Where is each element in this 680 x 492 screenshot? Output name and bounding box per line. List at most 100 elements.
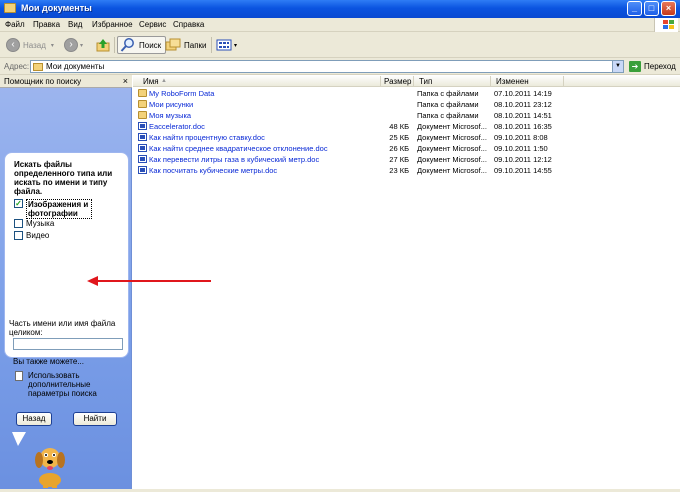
- forward-arrow-icon: ›: [64, 38, 78, 52]
- column-modified[interactable]: Изменен: [496, 77, 529, 86]
- file-row[interactable]: Как перевести литры газа в кубический ме…: [133, 155, 680, 164]
- annotation-arrow-line: [96, 280, 211, 282]
- menu-edit[interactable]: Правка: [33, 20, 60, 29]
- pictures-folder-icon: [138, 100, 147, 108]
- toolbar: ‹ Назад ▾ › ▾ Поиск Папки ▾: [0, 32, 680, 58]
- menu-view[interactable]: Вид: [68, 20, 82, 29]
- file-size: 27 КБ: [389, 155, 409, 164]
- file-name: My RoboForm Data: [149, 89, 215, 98]
- file-row[interactable]: Как найти процентную ставку.doc 25 КБ До…: [133, 133, 680, 142]
- close-pane-icon[interactable]: ×: [123, 76, 128, 86]
- maximize-button[interactable]: □: [644, 1, 659, 16]
- forward-button[interactable]: › ▾: [64, 36, 83, 54]
- option-images[interactable]: ✓ Изображения и фотографии: [14, 199, 92, 219]
- file-modified: 07.10.2011 14:19: [494, 89, 552, 98]
- bubble-tail: [12, 432, 26, 446]
- go-arrow-icon[interactable]: ➔: [629, 61, 641, 72]
- windows-logo-icon: [654, 18, 678, 32]
- file-row[interactable]: Как посчитать кубические метры.doc 23 КБ…: [133, 166, 680, 175]
- menu-bar: Файл Правка Вид Избранное Сервис Справка: [0, 18, 680, 32]
- column-divider[interactable]: [380, 76, 381, 86]
- word-document-icon: [138, 144, 147, 152]
- column-size[interactable]: Размер: [384, 77, 412, 86]
- images-checkbox[interactable]: ✓: [14, 199, 23, 208]
- advanced-options-link[interactable]: Использовать дополнительные параметры по…: [28, 371, 120, 398]
- column-name[interactable]: Имя: [143, 77, 159, 86]
- music-folder-icon: [138, 111, 147, 119]
- folders-icon: [165, 38, 181, 51]
- back-button[interactable]: ‹ Назад ▾: [6, 36, 54, 54]
- menu-tools[interactable]: Сервис: [139, 20, 166, 29]
- file-type: Папка с файлами: [417, 100, 479, 109]
- folders-button[interactable]: Папки: [165, 36, 207, 54]
- window-title: Мои документы: [21, 3, 92, 13]
- menu-file[interactable]: Файл: [5, 20, 25, 29]
- word-document-icon: [138, 155, 147, 163]
- file-type: Документ Microsof...: [417, 144, 487, 153]
- search-pane-title: Помощник по поиску: [4, 77, 82, 86]
- menu-favorites[interactable]: Избранное: [92, 20, 133, 29]
- up-folder-icon: [96, 39, 110, 52]
- views-icon: [216, 39, 232, 51]
- address-dropdown-icon[interactable]: ▼: [612, 61, 623, 72]
- search-button[interactable]: Поиск: [117, 36, 167, 54]
- video-label: Видео: [26, 231, 50, 240]
- file-row[interactable]: Как найти среднее квадратическое отклоне…: [133, 144, 680, 153]
- file-type: Папка с файлами: [417, 89, 479, 98]
- file-size: 26 КБ: [389, 144, 409, 153]
- file-modified: 09.10.2011 1:50: [494, 144, 548, 153]
- file-row[interactable]: My RoboForm Data Папка с файлами 07.10.2…: [133, 89, 680, 98]
- views-dropdown-icon[interactable]: ▾: [234, 42, 237, 49]
- column-divider[interactable]: [413, 76, 414, 86]
- file-row[interactable]: Eaccelerator.doc 48 КБ Документ Microsof…: [133, 122, 680, 131]
- address-input[interactable]: Мои документы ▼: [30, 60, 624, 73]
- word-document-icon: [138, 122, 147, 130]
- go-button[interactable]: Переход: [644, 62, 676, 71]
- address-label: Адрес:: [4, 62, 30, 71]
- column-type[interactable]: Тип: [419, 77, 432, 86]
- forward-dropdown-icon[interactable]: ▾: [80, 42, 83, 49]
- menu-help[interactable]: Справка: [173, 20, 204, 29]
- file-name: Как посчитать кубические метры.doc: [149, 166, 278, 175]
- file-row[interactable]: Моя музыка Папка с файлами 08.10.2011 14…: [133, 111, 680, 120]
- file-row[interactable]: Мои рисунки Папка с файлами 08.10.2011 2…: [133, 100, 680, 109]
- video-checkbox[interactable]: [14, 231, 23, 240]
- word-document-icon: [138, 166, 147, 174]
- column-divider[interactable]: [563, 76, 564, 86]
- back-search-button[interactable]: Назад: [16, 412, 52, 426]
- file-type: Документ Microsof...: [417, 133, 487, 142]
- file-name: Как перевести литры газа в кубический ме…: [149, 155, 320, 164]
- filename-input[interactable]: [13, 338, 123, 350]
- music-checkbox[interactable]: [14, 219, 23, 228]
- title-bar: Мои документы _ □ ×: [0, 0, 680, 18]
- file-list: Имя ▲ Размер Тип Изменен My RoboForm Dat…: [133, 75, 680, 492]
- up-folder-button[interactable]: [96, 36, 110, 54]
- file-modified: 09.10.2011 8:08: [494, 133, 548, 142]
- file-modified: 08.10.2011 16:35: [494, 122, 552, 131]
- file-modified: 08.10.2011 23:12: [494, 100, 552, 109]
- back-label: Назад: [23, 40, 46, 50]
- address-bar: Адрес: Мои документы ▼ ➔ Переход: [0, 58, 680, 75]
- minimize-button[interactable]: _: [627, 1, 642, 16]
- document-icon: [15, 371, 23, 381]
- column-divider[interactable]: [490, 76, 491, 86]
- close-button[interactable]: ×: [661, 1, 676, 16]
- music-label: Музыка: [26, 219, 55, 228]
- views-button[interactable]: ▾: [216, 36, 237, 54]
- find-button[interactable]: Найти: [73, 412, 117, 426]
- folder-icon: [138, 89, 147, 97]
- option-music[interactable]: Музыка: [14, 219, 54, 228]
- word-document-icon: [138, 133, 147, 141]
- search-dog-icon: [35, 448, 65, 488]
- filename-field-label: Часть имени или имя файла целиком:: [9, 319, 116, 337]
- search-pane-header: Помощник по поиску ×: [0, 75, 132, 88]
- documents-folder-icon: [33, 63, 43, 71]
- back-dropdown-icon[interactable]: ▾: [51, 42, 54, 49]
- file-modified: 08.10.2011 14:51: [494, 111, 552, 120]
- option-video[interactable]: Видео: [14, 231, 49, 240]
- file-name: Как найти среднее квадратическое отклоне…: [149, 144, 328, 153]
- search-icon: [120, 38, 134, 52]
- annotation-arrow-head: [87, 276, 98, 286]
- search-prompt: Искать файлы определенного типа или иска…: [14, 160, 113, 196]
- file-size: 25 КБ: [389, 133, 409, 142]
